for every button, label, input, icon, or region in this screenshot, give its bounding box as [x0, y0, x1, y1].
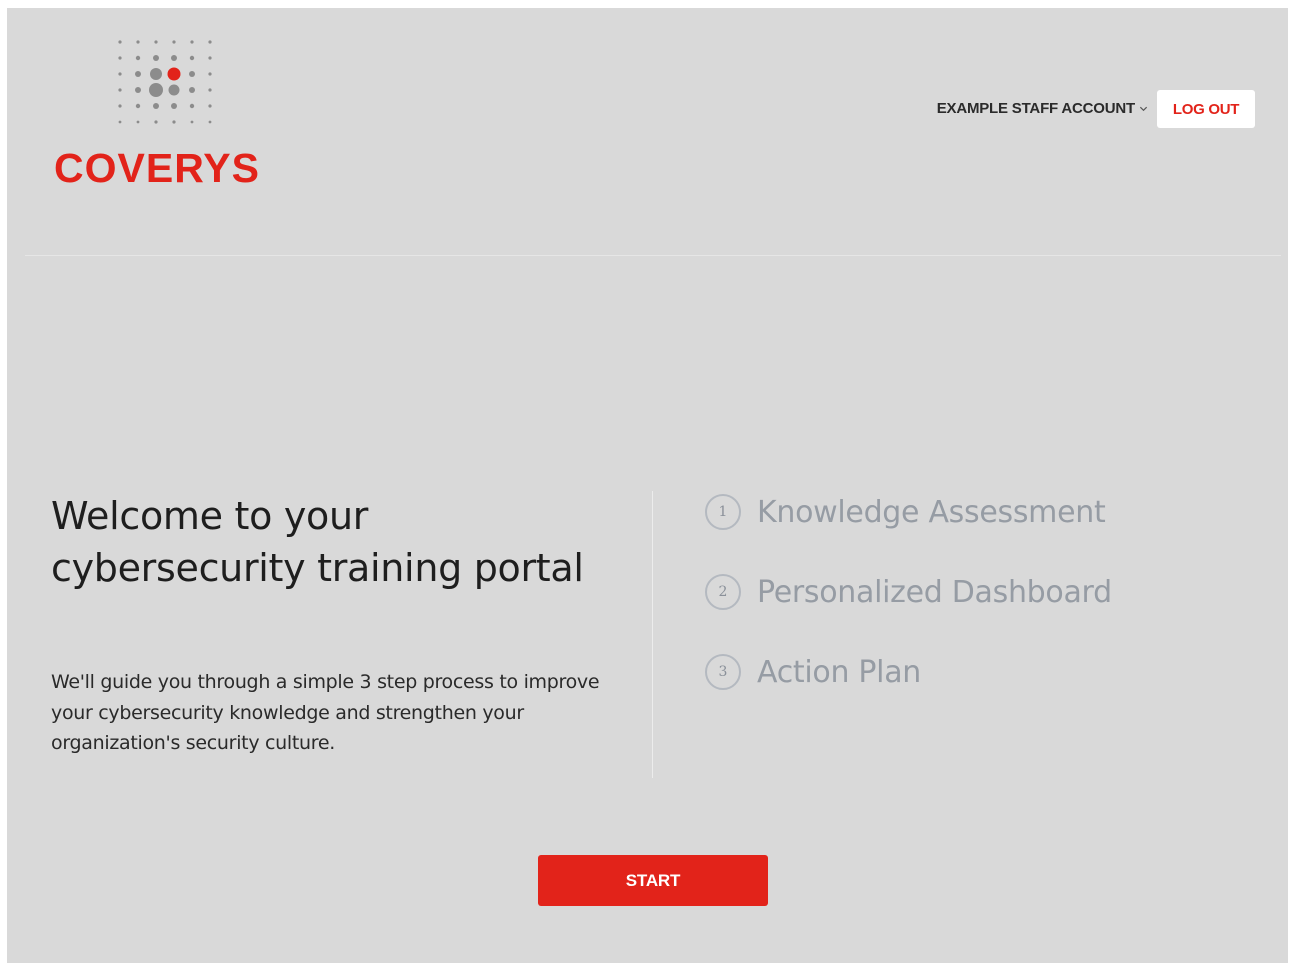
- step-item: 1 Knowledge Assessment: [705, 492, 1112, 532]
- welcome-title: Welcome to your cybersecurity training p…: [51, 494, 584, 590]
- steps-list: 1 Knowledge Assessment 2 Personalized Da…: [705, 492, 1112, 732]
- brand-name: COVERYS: [54, 145, 260, 191]
- dot-grid-logo-icon: [118, 40, 212, 124]
- start-button[interactable]: START: [538, 855, 768, 906]
- step-number-badge: 1: [705, 494, 741, 530]
- logout-button[interactable]: LOG OUT: [1157, 90, 1255, 128]
- step-label: Personalized Dashboard: [757, 574, 1112, 610]
- account-menu[interactable]: EXAMPLE STAFF ACCOUNT: [937, 100, 1148, 117]
- account-label: EXAMPLE STAFF ACCOUNT: [936, 100, 1135, 117]
- welcome-description: We'll guide you through a simple 3 step …: [51, 671, 600, 754]
- portal-page: COVERYS EXAMPLE STAFF ACCOUNT LOG OUT We…: [7, 8, 1288, 963]
- step-item: 3 Action Plan: [705, 652, 1112, 692]
- step-number-badge: 2: [705, 574, 741, 610]
- step-label: Knowledge Assessment: [757, 494, 1106, 530]
- section-divider: [652, 491, 653, 778]
- header-divider: [25, 255, 1281, 256]
- step-number-badge: 3: [705, 654, 741, 690]
- step-item: 2 Personalized Dashboard: [705, 572, 1112, 612]
- chevron-down-icon: [1139, 106, 1148, 112]
- step-label: Action Plan: [757, 654, 922, 690]
- coverys-logo: COVERYS: [54, 36, 294, 196]
